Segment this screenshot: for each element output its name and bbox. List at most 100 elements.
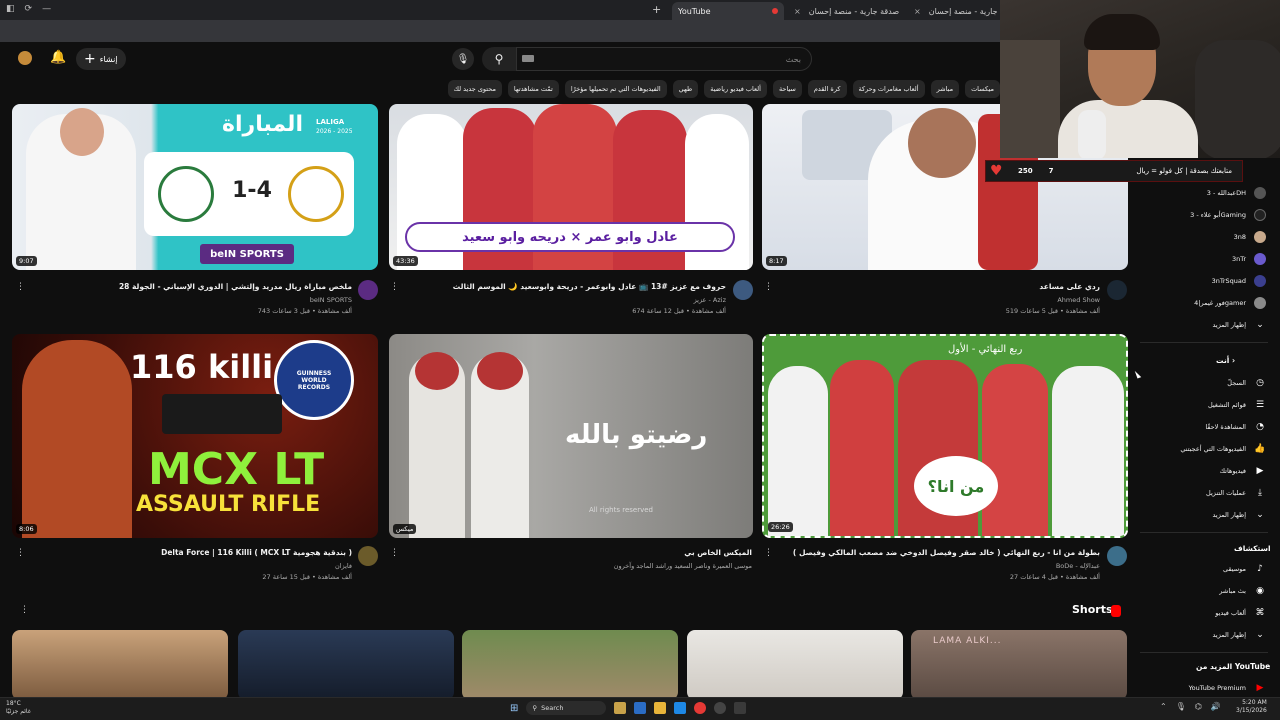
video-title[interactable]: ردي على مساعد xyxy=(780,282,1100,291)
file-explorer-icon[interactable] xyxy=(654,702,667,714)
sidebar-item-live[interactable]: بث مباشر ◉ xyxy=(1130,582,1266,600)
channel-name[interactable]: فايزان xyxy=(30,562,352,570)
sidebar-sub-3ntrsquad[interactable]: 3nTrSquad xyxy=(1130,272,1266,290)
short-thumbnail[interactable] xyxy=(687,630,903,700)
more-options-icon[interactable]: ⋮ xyxy=(390,282,399,292)
create-button[interactable]: + إنشاء xyxy=(76,48,126,70)
channel-avatar[interactable] xyxy=(1107,280,1127,300)
minimize-icon[interactable]: — xyxy=(42,4,51,14)
sidebar-item-your-videos[interactable]: فيديوهاتك ▶ xyxy=(1130,462,1266,480)
obs-icon[interactable] xyxy=(714,702,727,714)
channel-avatar[interactable] xyxy=(358,280,378,300)
channel-name[interactable]: BoDe - عبدالإله xyxy=(780,562,1100,570)
weather-widget[interactable]: 18°C غائم جزئيًا xyxy=(6,700,31,716)
speaker-icon[interactable]: 🔊 xyxy=(1211,702,1221,711)
sidebar-sub-3ntr[interactable]: 3nTr xyxy=(1130,250,1266,268)
sidebar-sub-3n8[interactable]: 3n8 xyxy=(1130,228,1266,246)
video-thumbnail[interactable]: ربع النهائي - الأول من انا؟ 26:26 xyxy=(762,334,1128,538)
app-icon[interactable] xyxy=(614,702,627,714)
search-icon[interactable]: ⚲ xyxy=(482,47,516,71)
video-title[interactable]: ملخص مباراة ريال مدريد وإلتشي | الدوري ا… xyxy=(30,282,352,291)
reload-icon[interactable]: ⟳ xyxy=(25,4,33,14)
short-thumbnail[interactable] xyxy=(12,630,228,700)
chip[interactable]: ألعاب مغامرات وحركة xyxy=(852,80,925,98)
sidebar-sub-4gamer[interactable]: فور غيمر|4gamer xyxy=(1130,294,1266,312)
sidebar-item-music[interactable]: موسيقى ♪ xyxy=(1130,560,1266,578)
video-title[interactable]: Delta Force | 116 Killi ( MCX LT بندقية … xyxy=(30,548,352,557)
channel-avatar[interactable] xyxy=(1107,546,1127,566)
tab-ehsan-1[interactable]: × صدقة جارية - منصة إحسان xyxy=(788,2,904,20)
channel-avatar[interactable] xyxy=(358,546,378,566)
chip[interactable]: كرة القدم xyxy=(807,80,847,98)
windows-start-icon[interactable]: ⊞ xyxy=(510,703,518,714)
back-icon[interactable]: ◧ xyxy=(6,4,15,14)
taskbar-clock[interactable]: 5:20 AM 3/15/2026 xyxy=(1236,699,1267,715)
sidebar-item-playlists[interactable]: قوائم التشغيل ☰ xyxy=(1130,396,1266,414)
sidebar-item-premium[interactable]: YouTube Premium ▶ xyxy=(1130,679,1266,697)
channel-name[interactable]: عزيز - Aziz xyxy=(404,296,726,304)
short-thumbnail[interactable] xyxy=(238,630,454,700)
chrome-icon[interactable] xyxy=(694,702,707,714)
close-icon[interactable]: × xyxy=(794,7,801,16)
keyboard-icon[interactable] xyxy=(522,55,534,62)
show-more-explore[interactable]: إظهار المزيد ⌄ xyxy=(1130,626,1266,644)
sidebar-sub-3gaming[interactable]: أبو علاء - 3Gaming xyxy=(1130,206,1266,224)
more-options-icon[interactable]: ⋮ xyxy=(764,282,773,292)
more-options-icon[interactable]: ⋮ xyxy=(390,548,399,558)
chip[interactable]: محتوى جديد لك xyxy=(447,80,502,98)
channel-name[interactable]: beIN SPORTS xyxy=(30,296,352,304)
account-avatar[interactable] xyxy=(18,51,32,65)
more-options-icon[interactable]: ⋮ xyxy=(16,548,25,558)
sidebar-item-gaming[interactable]: ألعاب فيديو ⌘ xyxy=(1130,604,1266,622)
bell-icon[interactable]: 🔔 xyxy=(50,50,66,65)
chip[interactable]: ميكسات xyxy=(965,80,1000,98)
you-heading[interactable]: أنت › xyxy=(1216,356,1235,365)
show-more-subscriptions[interactable]: إظهار المزيد ⌄ xyxy=(1130,316,1266,334)
video-thumbnail[interactable]: عادل وابو عمر × دريحه وابو سعيد 43:36 xyxy=(389,104,753,270)
more-options-icon[interactable]: ⋮ xyxy=(764,548,773,558)
your-videos-icon: ▶ xyxy=(1256,466,1264,476)
league-logo: LALIGA xyxy=(316,118,345,126)
new-tab-button[interactable]: + xyxy=(652,3,661,16)
chip[interactable]: الفيديوهات التي تم تحميلها مؤخرًا xyxy=(564,80,667,98)
tab-youtube[interactable]: YouTube xyxy=(672,2,784,20)
app-icon[interactable] xyxy=(634,702,647,714)
app-icon[interactable] xyxy=(674,702,687,714)
video-thumbnail[interactable]: رضيتو بالله All rights reserved ميكس xyxy=(389,334,753,538)
channel-name[interactable]: موسى العميرة وناصر السعيد وراشد الماجد و… xyxy=(404,562,752,570)
search-input[interactable]: بحث xyxy=(516,47,812,71)
short-thumbnail[interactable] xyxy=(462,630,678,700)
channel-avatar[interactable] xyxy=(733,280,753,300)
short-thumbnail[interactable]: LAMA ALKI... xyxy=(911,630,1127,700)
mic-icon[interactable]: 🎙 xyxy=(452,48,474,70)
channel-name[interactable]: Ahmed Show xyxy=(780,296,1100,304)
chip[interactable]: سياحة xyxy=(772,80,802,98)
network-icon[interactable]: ⌬ xyxy=(1195,702,1202,711)
sidebar-item-history[interactable]: السجلّ ◷ xyxy=(1130,374,1266,392)
taskbar-search[interactable]: ⚲ Search xyxy=(526,701,607,715)
video-title[interactable]: الميكس الخاص بي xyxy=(404,548,752,557)
chip[interactable]: مباشر xyxy=(930,80,960,98)
chip[interactable]: ألعاب فيديو رياضية xyxy=(704,80,767,98)
sidebar-sub-3dh[interactable]: عبدالله - 3DH xyxy=(1130,184,1266,202)
mic-icon[interactable]: 🎙 xyxy=(1176,702,1186,711)
sidebar-item-downloads[interactable]: عمليات التنزيل ⤓ xyxy=(1130,484,1266,502)
chevron-up-icon[interactable]: ⌃ xyxy=(1160,702,1167,711)
chip[interactable]: طهي xyxy=(672,80,699,98)
video-title[interactable]: حروف مع عزيز #13 📺 عادل وابوعمر - دريحة … xyxy=(404,282,726,291)
tab-ehsan-2[interactable]: × صدقة جارية - منصة إحسان xyxy=(908,2,1000,20)
sidebar-item-label: أبو علاء - 3Gaming xyxy=(1190,211,1246,219)
sidebar-item-label: الفيديوهات التي أعجبتني xyxy=(1180,445,1246,453)
video-thumbnail[interactable]: 116 killi GUINNESS WORLD RECORDS MCX LT … xyxy=(12,334,378,538)
person-figure xyxy=(1052,366,1124,536)
show-more-you[interactable]: إظهار المزيد ⌄ xyxy=(1130,506,1266,524)
shorts-options-icon[interactable]: ⋮ xyxy=(20,605,29,615)
close-icon[interactable]: × xyxy=(914,7,921,16)
terminal-icon[interactable] xyxy=(734,702,747,714)
sidebar-item-watch-later[interactable]: المشاهدة لاحقًا ◔ xyxy=(1130,418,1266,436)
video-title[interactable]: بطولة من انا - ربع النهائي ( خالد صقر وف… xyxy=(780,548,1100,557)
video-thumbnail[interactable]: المباراة LALIGA 2026 - 2025 1-4 beIN SPO… xyxy=(12,104,378,270)
chip[interactable]: تمّت مشاهدتها xyxy=(507,80,559,98)
more-options-icon[interactable]: ⋮ xyxy=(16,282,25,292)
sidebar-item-liked[interactable]: الفيديوهات التي أعجبتني 👍 xyxy=(1130,440,1266,458)
